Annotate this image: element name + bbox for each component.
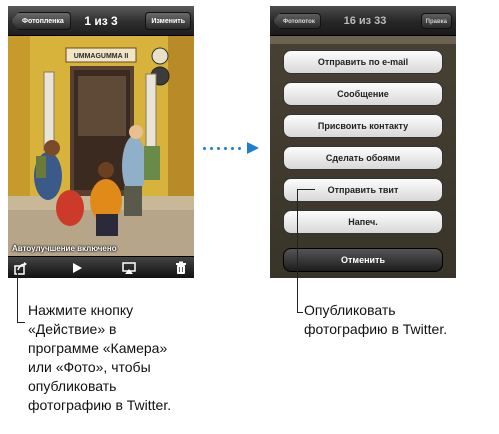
tweet-button[interactable]: Отправить твит [283, 178, 443, 202]
navigation-bar: Фотопленка 1 из 3 Изменить [8, 6, 194, 36]
email-photo-button[interactable]: Отправить по e-mail [283, 50, 443, 74]
transition-arrow-dots [203, 147, 247, 151]
cancel-button[interactable]: Отменить [283, 248, 443, 272]
camera-roll-screen: Фотопленка 1 из 3 Изменить UMMAGUMMA II [8, 6, 194, 278]
photo-toolbar [8, 256, 194, 278]
svg-text:UMMAGUMMA II: UMMAGUMMA II [74, 53, 129, 60]
photostream-back-button[interactable]: Фотопоток [273, 13, 321, 29]
callout-line-text: или «Фото», чтобы [28, 359, 151, 375]
airplay-icon[interactable] [122, 261, 136, 275]
arrow-dot [238, 147, 241, 150]
camera-roll-back-button[interactable]: Фотопленка [11, 12, 71, 30]
arrow-dot [224, 147, 227, 150]
callout-line-text: программе «Камера» [28, 340, 168, 356]
callout-line-text: Опубликовать [304, 302, 396, 318]
callout-line-text: фотографию в Twitter. [28, 397, 172, 413]
photo-counter-title: 1 из 3 [84, 14, 118, 28]
callout-line-text: Нажмите кнопку [28, 302, 134, 318]
navigation-bar: Фотопоток 16 из 33 Правка [270, 6, 456, 36]
photo-view[interactable]: UMMAGUMMA II Автоулучшение включено [8, 36, 194, 256]
message-button[interactable]: Сообщение [283, 82, 443, 106]
play-icon[interactable] [70, 261, 84, 275]
print-button[interactable]: Напеч. [283, 210, 443, 234]
photo-counter-title: 16 из 33 [343, 15, 387, 27]
auto-enhance-label: Автоулучшение включено [12, 244, 117, 253]
callout-line-text: фотографию в Twitter. [304, 321, 448, 337]
share-instruction-callout: Нажмите кнопку «Действие» в программе «К… [28, 301, 171, 415]
callout-leader-line [297, 312, 303, 313]
arrow-dot [203, 147, 206, 150]
callout-leader-line [297, 189, 315, 190]
assign-to-contact-button[interactable]: Присвоить контакту [283, 114, 443, 138]
edit-button[interactable]: Изменить [145, 12, 191, 30]
arrow-right-icon [247, 142, 259, 154]
callout-leader-line [297, 189, 298, 313]
tweet-instruction-callout: Опубликовать фотографию в Twitter. [304, 301, 447, 339]
trash-icon[interactable] [174, 261, 188, 275]
hostel-photo-image: UMMAGUMMA II [8, 36, 194, 256]
edit-button[interactable]: Правка [420, 13, 452, 29]
callout-line-text: «Действие» в [28, 321, 117, 337]
callout-leader-line [17, 270, 18, 322]
callout-leader-line [17, 322, 25, 323]
use-as-wallpaper-button[interactable]: Сделать обоями [283, 146, 443, 170]
arrow-dot [217, 147, 220, 150]
arrow-dot [210, 147, 213, 150]
callout-line-text: опубликовать [28, 378, 117, 394]
arrow-dot [231, 147, 234, 150]
